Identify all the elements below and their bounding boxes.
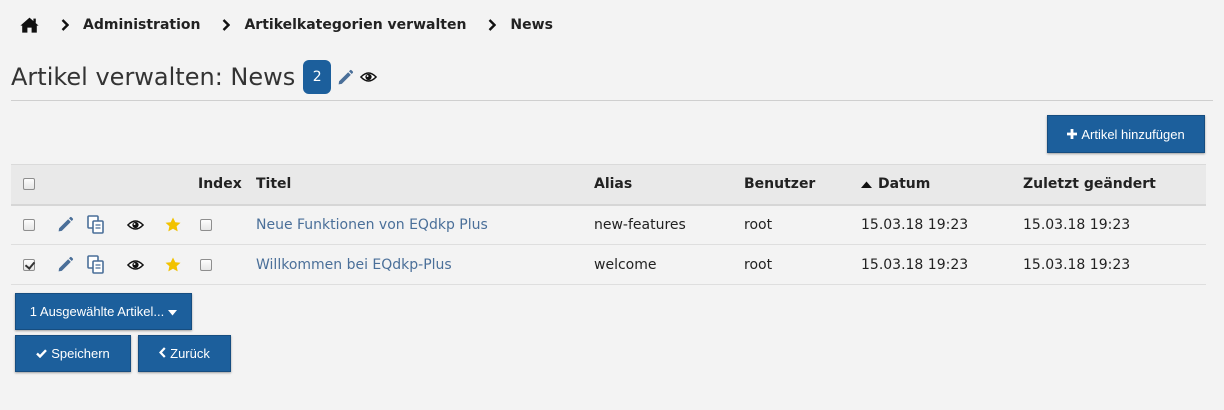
star-icon[interactable]: [165, 217, 181, 232]
eye-icon[interactable]: [360, 71, 378, 83]
chevron-right-icon: [488, 19, 497, 31]
article-title-link[interactable]: Willkommen bei EQdkp-Plus: [256, 257, 452, 273]
breadcrumb-news[interactable]: News: [510, 17, 552, 33]
save-button[interactable]: Speichern: [15, 335, 131, 372]
home-icon[interactable]: [20, 17, 39, 33]
title-divider: [11, 100, 1213, 101]
pencil-icon[interactable]: [57, 256, 74, 273]
star-icon[interactable]: [165, 257, 181, 272]
index-checkbox[interactable]: [200, 258, 212, 271]
column-header-date[interactable]: Datum: [861, 176, 930, 192]
column-header-alias[interactable]: Alias: [594, 165, 744, 205]
breadcrumb-administration[interactable]: Administration: [83, 17, 200, 33]
copy-icon[interactable]: [87, 215, 105, 235]
table-row: Neue Funktionen von EQdkp Plus new-featu…: [11, 205, 1206, 245]
add-article-button[interactable]: Artikel hinzufügen: [1047, 115, 1205, 153]
back-label: Zurück: [170, 346, 210, 361]
chevron-right-icon: [61, 19, 69, 31]
page-title-text: Artikel verwalten: News: [11, 63, 296, 91]
eye-icon[interactable]: [127, 259, 144, 271]
article-date: 15.03.18 19:23: [861, 256, 969, 273]
row-checkbox[interactable]: [23, 258, 35, 271]
chevron-left-icon: [159, 346, 166, 361]
article-alias: welcome: [594, 256, 657, 273]
selected-articles-label: 1 Ausgewählte Artikel...: [29, 304, 165, 319]
index-checkbox[interactable]: [200, 218, 212, 231]
article-modified: 15.03.18 19:23: [1023, 256, 1131, 273]
row-checkbox[interactable]: [23, 218, 35, 231]
article-date: 15.03.18 19:23: [861, 216, 969, 233]
pencil-icon[interactable]: [57, 216, 74, 233]
sort-up-icon: [861, 176, 872, 192]
page-title: Artikel verwalten: News 2: [11, 60, 378, 94]
eye-icon[interactable]: [127, 219, 144, 231]
selected-articles-dropdown[interactable]: 1 Ausgewählte Artikel...: [15, 293, 192, 330]
breadcrumb-category-admin[interactable]: Artikelkategorien verwalten: [244, 17, 466, 33]
save-label: Speichern: [51, 346, 110, 361]
column-header-index[interactable]: Index: [198, 165, 256, 205]
article-title-link[interactable]: Neue Funktionen von EQdkp Plus: [256, 217, 488, 233]
add-article-label: Artikel hinzufügen: [1081, 126, 1185, 142]
copy-icon[interactable]: [87, 255, 105, 274]
table-header-row: Index Titel Alias Benutzer Datum Zuletzt…: [11, 164, 1206, 205]
pencil-icon[interactable]: [337, 69, 354, 86]
chevron-right-icon: [222, 19, 231, 31]
caret-down-icon: [168, 304, 178, 319]
article-modified: 15.03.18 19:23: [1023, 216, 1131, 233]
select-all-checkbox[interactable]: [23, 178, 35, 191]
table-row: Willkommen bei EQdkp-Plus welcome root 1…: [11, 245, 1206, 285]
article-user: root: [744, 256, 773, 273]
article-user: root: [744, 216, 773, 233]
plus-icon: [1067, 127, 1078, 142]
column-header-modified[interactable]: Zuletzt geändert: [1023, 165, 1206, 205]
check-icon: [36, 346, 48, 361]
article-count-badge: 2: [303, 60, 332, 94]
articles-table: Index Titel Alias Benutzer Datum Zuletzt…: [11, 164, 1206, 285]
article-alias: new-features: [594, 216, 686, 233]
column-header-date-label: Datum: [878, 176, 931, 193]
column-header-user[interactable]: Benutzer: [744, 165, 861, 205]
column-header-title[interactable]: Titel: [256, 165, 594, 205]
breadcrumb: Administration Artikelkategorien verwalt…: [20, 13, 553, 37]
back-button[interactable]: Zurück: [138, 335, 231, 372]
